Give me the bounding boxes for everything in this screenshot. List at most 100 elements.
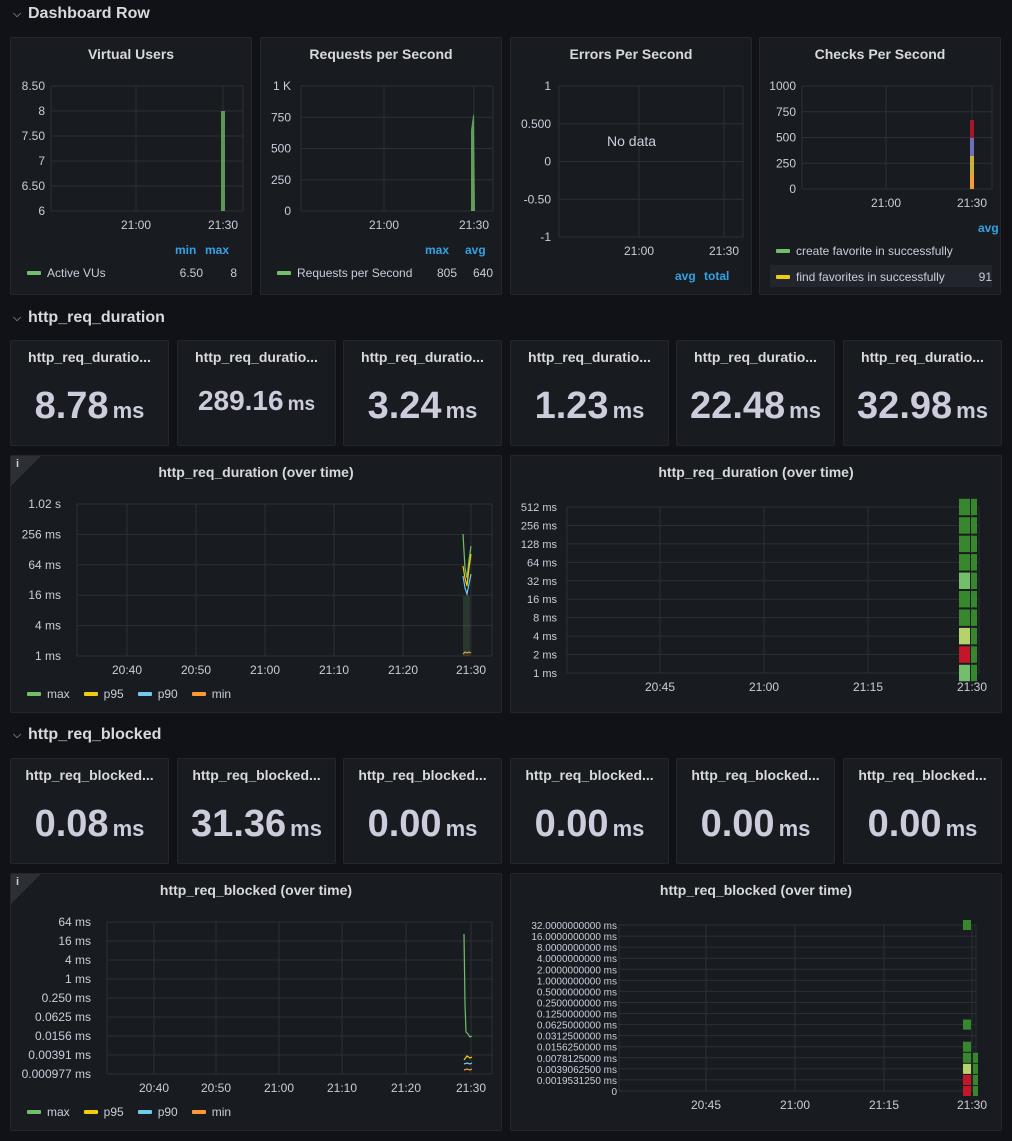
heatmap-cell [959, 627, 970, 645]
heatmap-cell [971, 591, 977, 608]
panel-blocked-over-time[interactable]: i http_req_blocked (over time) 64 ms 16 m… [10, 873, 502, 1131]
legend-item-p90[interactable]: p90 [137, 1105, 178, 1119]
x-tick-label: 20:40 [112, 663, 142, 677]
x-tick-label: 21:30 [957, 680, 987, 694]
heatmap-cell [963, 1063, 971, 1074]
x-tick-label: 21:30 [456, 1081, 486, 1095]
heatmap-cell [973, 1052, 978, 1063]
legend-header-max[interactable]: max [425, 243, 449, 257]
y-tick-label: 1 ms [35, 649, 61, 663]
duration-stat-panel[interactable]: http_req_duratio... 1.23 ms [510, 340, 669, 446]
legend-item[interactable]: find favorites in successfully [776, 270, 945, 284]
series-bar-active-vus [221, 111, 225, 211]
y-tick-label: 0.000977 ms [22, 1067, 91, 1081]
legend-header-max[interactable]: max [205, 243, 229, 257]
y-tick-label: 1 K [273, 79, 291, 93]
y-tick-label: 7 [38, 154, 45, 168]
blocked-stat-panel[interactable]: http_req_blocked... 0.00 ms [676, 758, 835, 864]
y-tick-label: 64 ms [527, 557, 557, 569]
panel-requests-per-second[interactable]: Requests per Second 1 K 750 500 250 0 21:00 21… [260, 37, 502, 295]
heatmap-cell [959, 554, 970, 571]
y-tick-label: 0.250 ms [42, 991, 91, 1005]
legend-item[interactable]: Active VUs [27, 266, 106, 280]
x-tick-label: 21:30 [957, 1098, 987, 1112]
y-tick-label: 0.500 [521, 117, 551, 131]
y-tick-label: 64 ms [58, 915, 91, 929]
legend-item-p95[interactable]: p95 [83, 1105, 124, 1119]
legend-item-p90[interactable]: p90 [137, 687, 178, 701]
blocked-stat-panel[interactable]: http_req_blocked... 0.00 ms [343, 758, 502, 864]
heatmap-cell [959, 498, 970, 516]
stat-unit: ms [287, 394, 316, 415]
duration-stat-panel[interactable]: http_req_duratio... 22.48 ms [676, 340, 835, 446]
legend-item-min[interactable]: min [191, 687, 231, 701]
row-title: http_req_blocked [28, 726, 162, 743]
x-tick-label: 20:40 [139, 1081, 169, 1095]
stat-number: 0.00 [534, 803, 609, 845]
y-tick-label: 6 [38, 204, 45, 218]
legend-item-max[interactable]: max [27, 1105, 70, 1119]
legend-header-min[interactable]: min [175, 243, 196, 257]
legend-header-avg[interactable]: avg [675, 269, 696, 283]
heatmap-cell [963, 919, 971, 931]
legend-swatch [27, 692, 41, 696]
legend-header-avg[interactable]: avg [978, 221, 999, 235]
blocked-stat-panel[interactable]: http_req_blocked... 0.00 ms [843, 758, 1002, 864]
duration-graph: 1.02 s 256 ms 64 ms 16 ms 4 ms 1 ms 20:40 20:50… [22, 497, 493, 677]
y-tick-label: 512 ms [521, 502, 558, 514]
row-header-duration[interactable]: ⌵ http_req_duration [12, 305, 165, 331]
stat-value: 0.00 ms [844, 803, 1001, 846]
blocked-stat-panel[interactable]: http_req_blocked... 0.00 ms [510, 758, 669, 864]
stat-value: 0.00 ms [677, 803, 834, 846]
y-tick-label: 128 ms [521, 539, 558, 551]
y-tick-label: 0 [789, 182, 796, 196]
y-tick-label: 750 [776, 105, 796, 119]
legend-item-min[interactable]: min [191, 1105, 231, 1119]
panel-virtual-users[interactable]: Virtual Users 8.50 8 7.50 7 6.50 6 21:00 21:30 … [10, 37, 252, 295]
y-tick-label: 16 ms [58, 934, 91, 948]
legend-item-p95[interactable]: p95 [83, 687, 124, 701]
y-tick-label: 0.0156250000 ms [537, 1043, 617, 1054]
y-tick-label: 1000 [769, 79, 796, 93]
duration-stat-panel[interactable]: http_req_duratio... 8.78 ms [10, 340, 169, 446]
x-tick-label: 20:45 [691, 1098, 721, 1112]
x-tick-label: 21:30 [709, 244, 739, 258]
panel-title: http_req_blocked... [25, 767, 154, 783]
y-tick-label: 1 [544, 79, 551, 93]
legend-item[interactable]: create favorite in successfully [776, 244, 953, 258]
legend-item-max[interactable]: max [27, 687, 70, 701]
panel-duration-over-time[interactable]: i http_req_duration (over time) 1.02 s 25… [10, 455, 502, 713]
legend-header-avg[interactable]: avg [465, 243, 486, 257]
blocked-stat-panel[interactable]: http_req_blocked... 31.36 ms [177, 758, 336, 864]
row-header-blocked[interactable]: ⌵ http_req_blocked [12, 722, 162, 748]
legend-item[interactable]: Requests per Second [277, 266, 412, 280]
y-tick-label: 1 ms [65, 972, 91, 986]
duration-stat-panel[interactable]: http_req_duratio... 289.16 ms [177, 340, 336, 446]
blocked-stat-panel[interactable]: http_req_blocked... 0.08 ms [10, 758, 169, 864]
y-tick-label: 64 ms [28, 558, 61, 572]
stat-unit: ms [112, 398, 145, 423]
legend-header-total[interactable]: total [704, 269, 729, 283]
stat-number: 32.98 [857, 385, 953, 427]
legend-swatch [83, 692, 98, 696]
panel-blocked-heatmap[interactable]: http_req_blocked (over time) 32.00000000… [510, 873, 1002, 1131]
duration-stat-panel[interactable]: http_req_duratio... 3.24 ms [343, 340, 502, 446]
stat-unit: ms [945, 816, 978, 841]
row-header-dashboard[interactable]: ⌵ Dashboard Row [12, 1, 150, 27]
panel-checks-per-second[interactable]: Checks Per Second 1000 750 500 250 0 21:00 21:… [759, 37, 1001, 295]
legend-swatch [137, 692, 152, 696]
panel-duration-heatmap[interactable]: http_req_duration (over time) 512 ms 256 … [510, 455, 1002, 713]
y-tick-label: -1 [540, 230, 551, 244]
stat-value: 3.24 ms [344, 385, 501, 428]
x-tick-label: 21:00 [121, 218, 151, 232]
y-tick-label: 8 ms [533, 613, 557, 625]
y-tick-label: 0.2500000000 ms [537, 998, 617, 1009]
duration-stat-panel[interactable]: http_req_duratio... 32.98 ms [843, 340, 1002, 446]
legend-swatch [776, 275, 790, 279]
panel-title: http_req_duratio... [28, 349, 151, 365]
legend-label: Active VUs [47, 266, 106, 280]
heatmap-cell [971, 535, 977, 553]
series-line-p90 [463, 1062, 473, 1065]
panel-errors-per-second[interactable]: Errors Per Second 1 0.500 0 -0.50 -1 21:00 21:… [510, 37, 752, 295]
x-tick-label: 21:10 [319, 663, 349, 677]
